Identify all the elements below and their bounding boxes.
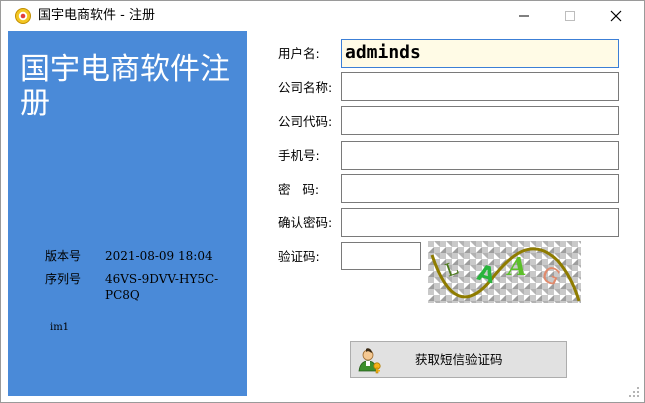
close-button[interactable] [593, 1, 639, 31]
brand-title: 国宇电商软件注册 [20, 52, 230, 121]
maximize-button[interactable] [547, 1, 593, 31]
password-label: 密 码: [278, 182, 320, 197]
password-input[interactable] [341, 174, 619, 203]
username-label: 用户名: [278, 46, 320, 61]
serial-label: 序列号 [45, 272, 82, 286]
window-title: 国宇电商软件 - 注册 [38, 8, 155, 23]
phone-input[interactable] [341, 141, 619, 170]
captcha-label: 验证码: [278, 249, 320, 264]
sms-button-label: 获取短信验证码 [415, 352, 503, 367]
username-input[interactable]: adminds [341, 39, 619, 68]
version-label: 版本号 [45, 249, 82, 263]
title-bar[interactable]: 国宇电商软件 - 注册 [1, 1, 644, 31]
company-code-input[interactable] [341, 106, 619, 135]
username-value: adminds [345, 42, 421, 63]
minimize-button[interactable] [501, 1, 547, 31]
serial-value: 46VS-9DVV-HY5C-PC8Q [105, 272, 219, 302]
maximize-icon [565, 11, 575, 21]
minimize-icon [519, 15, 529, 17]
app-icon [15, 8, 31, 24]
register-window: 国宇电商软件 - 注册 国宇电商软件注册 版本号 2021-08-09 18:0… [0, 0, 645, 403]
close-icon [610, 10, 622, 22]
resize-grip-icon[interactable] [628, 386, 640, 398]
company-code-label: 公司代码: [278, 114, 333, 129]
captcha-image[interactable]: L A A G [428, 241, 581, 303]
phone-label: 手机号: [278, 148, 320, 163]
company-name-input[interactable] [341, 72, 619, 101]
version-value: 2021-08-09 18:04 [105, 249, 213, 263]
svg-text:A: A [506, 252, 527, 281]
im-label: im1 [50, 322, 70, 333]
company-name-label: 公司名称: [278, 80, 333, 95]
user-key-icon [358, 348, 381, 374]
confirm-password-input[interactable] [341, 208, 619, 237]
captcha-input[interactable] [341, 242, 421, 270]
confirm-password-label: 确认密码: [278, 215, 333, 230]
get-sms-code-button[interactable]: 获取短信验证码 [350, 341, 567, 378]
left-panel: 国宇电商软件注册 版本号 2021-08-09 18:04 序列号 46VS-9… [8, 31, 247, 396]
